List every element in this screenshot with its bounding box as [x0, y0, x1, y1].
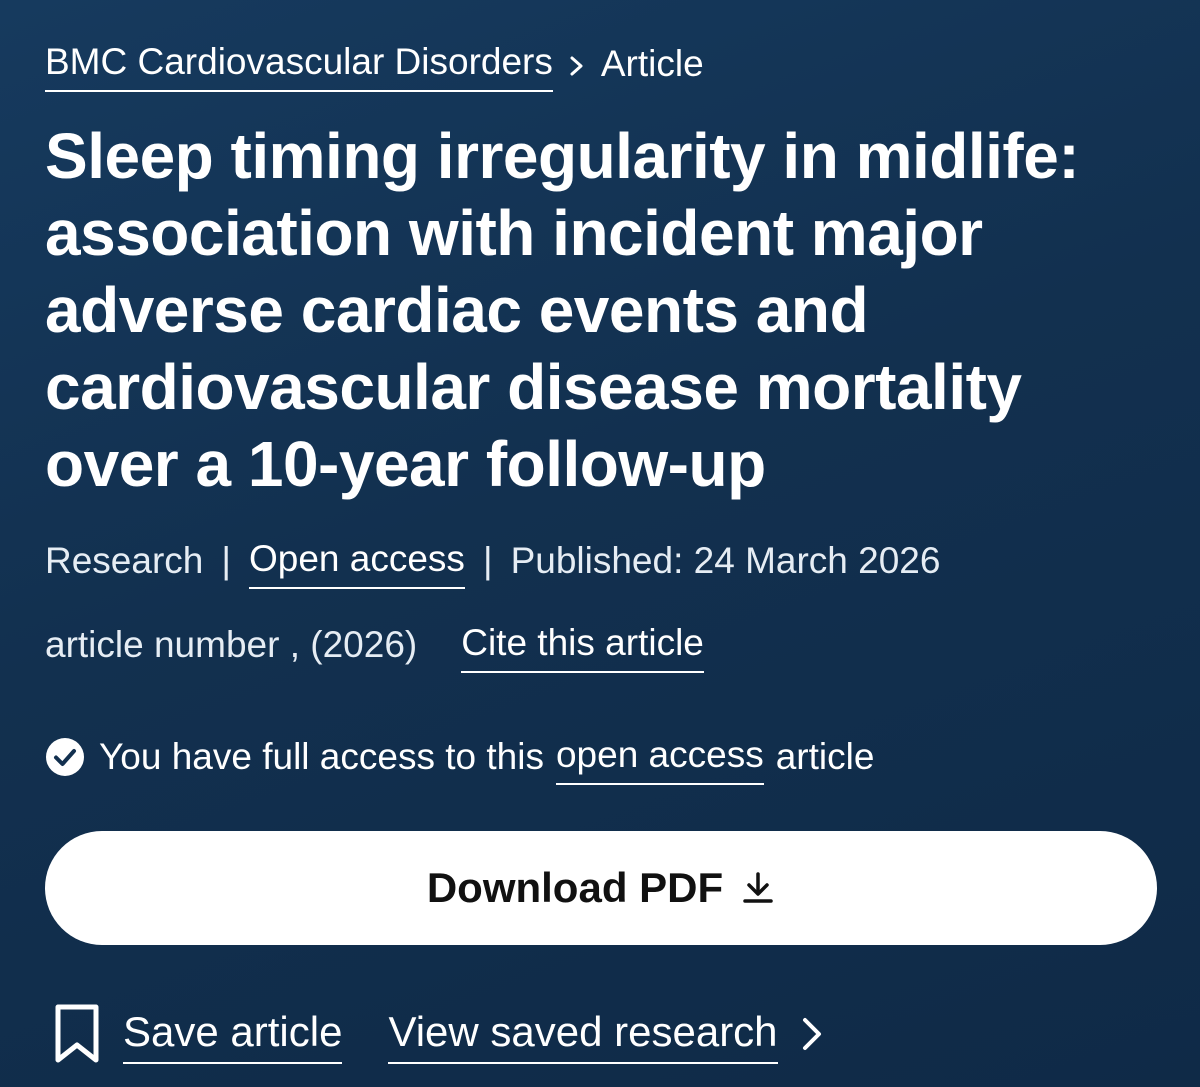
- article-title: Sleep timing irregularity in midlife: as…: [45, 120, 1080, 500]
- bookmark-icon[interactable]: [53, 1003, 101, 1065]
- article-actions: Save article View saved research: [45, 1003, 1157, 1065]
- meta-divider: |: [221, 540, 231, 581]
- access-notice: You have full access to this open access…: [45, 729, 1157, 785]
- article-type: Research: [45, 540, 204, 581]
- meta-divider: |: [482, 540, 493, 581]
- save-article-link[interactable]: Save article: [123, 1004, 343, 1064]
- view-saved-research-link[interactable]: View saved research: [388, 1004, 778, 1064]
- chevron-right-icon[interactable]: [800, 1014, 826, 1054]
- access-notice-link[interactable]: open access: [555, 729, 764, 785]
- citation-row: article number , (2026) Cite this articl…: [45, 617, 1157, 673]
- chevron-right-icon: [553, 44, 601, 84]
- download-pdf-label: Download PDF: [426, 864, 724, 911]
- breadcrumb-journal-link[interactable]: BMC Cardiovascular Disorders: [45, 36, 553, 92]
- access-notice-prefix: You have full access to this: [99, 736, 544, 777]
- article-meta: Research | Open access | Published: 24 M…: [45, 533, 1157, 589]
- article-citation: article number , (2026): [45, 624, 418, 665]
- article-header: BMC Cardiovascular Disorders Article Sle…: [45, 36, 1157, 1065]
- download-pdf-button[interactable]: Download PDF: [45, 831, 1157, 945]
- download-icon: [743, 872, 773, 903]
- breadcrumb-current: Article: [600, 43, 704, 84]
- check-circle-icon: [46, 738, 84, 776]
- cite-article-link[interactable]: Cite this article: [461, 617, 704, 673]
- open-access-link[interactable]: Open access: [248, 533, 465, 589]
- published-date: Published: 24 March 2026: [510, 540, 941, 581]
- access-notice-suffix: article: [775, 736, 875, 777]
- breadcrumb: BMC Cardiovascular Disorders Article: [45, 36, 1157, 92]
